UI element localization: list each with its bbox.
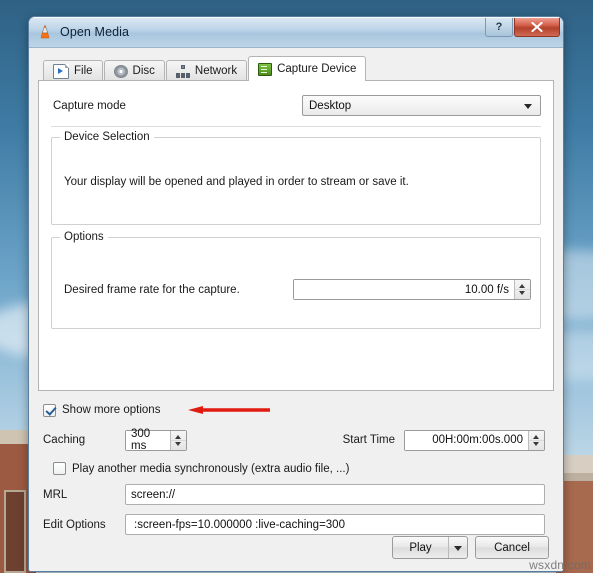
separator bbox=[51, 126, 541, 127]
start-time-label: Start Time bbox=[342, 434, 395, 446]
framerate-stepper[interactable]: 10.00 f/s bbox=[293, 279, 531, 300]
spin-up-icon[interactable] bbox=[529, 431, 544, 440]
disc-icon bbox=[113, 64, 128, 78]
close-icon bbox=[531, 22, 543, 32]
tab-capture-device-label: Capture Device bbox=[277, 63, 357, 75]
network-icon bbox=[175, 64, 190, 78]
help-button[interactable]: ? bbox=[485, 18, 513, 37]
mrl-row: MRL screen:// bbox=[43, 484, 554, 505]
caching-stepper[interactable]: 300 ms bbox=[125, 428, 187, 452]
start-time-spin-buttons[interactable] bbox=[528, 430, 544, 450]
spin-up-icon[interactable] bbox=[171, 431, 186, 440]
spin-down-icon[interactable] bbox=[171, 439, 186, 450]
red-arrow-annotation bbox=[188, 406, 270, 414]
tab-file[interactable]: File bbox=[43, 60, 103, 81]
open-media-dialog: Open Media ? File Disc Network Capture D… bbox=[28, 16, 564, 572]
advanced-options-area: Caching 300 ms Start Time 00H:00m:00s.00… bbox=[38, 428, 554, 535]
mrl-input[interactable]: screen:// bbox=[125, 484, 545, 505]
play-sync-row: Play another media synchronously (extra … bbox=[53, 462, 554, 475]
capture-mode-label: Capture mode bbox=[53, 99, 126, 112]
caching-spin-buttons[interactable] bbox=[170, 430, 186, 450]
device-selection-group: Device Selection Your display will be op… bbox=[51, 131, 541, 225]
start-time-value[interactable]: 00H:00m:00s.000 bbox=[405, 430, 528, 450]
show-more-options-checkbox[interactable] bbox=[43, 403, 56, 417]
options-title: Options bbox=[60, 231, 108, 243]
window-title: Open Media bbox=[60, 25, 130, 39]
tab-disc[interactable]: Disc bbox=[103, 60, 165, 81]
play-sync-checkbox[interactable] bbox=[53, 462, 66, 475]
start-time-stepper[interactable]: 00H:00m:00s.000 bbox=[404, 429, 545, 451]
framerate-row: Desired frame rate for the capture. 10.0… bbox=[52, 238, 540, 300]
title-bar[interactable]: Open Media ? bbox=[29, 17, 563, 48]
device-selection-description: Your display will be opened and played i… bbox=[64, 176, 409, 188]
caching-value[interactable]: 300 ms bbox=[126, 428, 170, 452]
capture-device-icon bbox=[258, 62, 273, 76]
play-button[interactable]: Play bbox=[393, 537, 448, 558]
framerate-label: Desired frame rate for the capture. bbox=[64, 283, 240, 296]
edit-options-label: Edit Options bbox=[43, 518, 106, 531]
mrl-label: MRL bbox=[43, 488, 68, 501]
dialog-buttons: Play Cancel bbox=[392, 536, 549, 559]
show-more-options-label: Show more options bbox=[62, 404, 161, 416]
show-more-options-row: Show more options bbox=[43, 401, 554, 419]
play-dropdown-button[interactable] bbox=[448, 537, 467, 558]
watermark: wsxdn.com bbox=[529, 558, 591, 572]
spin-down-icon[interactable] bbox=[529, 439, 544, 450]
edit-options-row: Edit Options :screen-fps=10.000000 :live… bbox=[43, 514, 554, 535]
caching-row: Caching 300 ms Start Time 00H:00m:00s.00… bbox=[43, 428, 554, 452]
caching-label: Caching bbox=[43, 434, 86, 446]
vlc-cone-icon bbox=[37, 24, 53, 40]
capture-device-panel: Capture mode Desktop Device Selection Yo… bbox=[38, 80, 554, 391]
capture-mode-select[interactable]: Desktop bbox=[302, 95, 541, 116]
dialog-client-area: File Disc Network Capture Device Capture… bbox=[29, 48, 563, 571]
capture-mode-row: Capture mode Desktop bbox=[53, 95, 541, 116]
options-group: Options Desired frame rate for the captu… bbox=[51, 231, 541, 329]
device-selection-title: Device Selection bbox=[60, 131, 154, 143]
close-button[interactable] bbox=[514, 18, 560, 37]
tab-disc-label: Disc bbox=[132, 65, 155, 77]
framerate-spin-buttons[interactable] bbox=[514, 280, 530, 299]
play-sync-label: Play another media synchronously (extra … bbox=[72, 462, 350, 475]
tab-network-label: Network bbox=[194, 65, 238, 77]
edit-options-input[interactable]: :screen-fps=10.000000 :live-caching=300 bbox=[125, 514, 545, 535]
play-button-group: Play bbox=[392, 536, 468, 559]
spin-down-icon[interactable] bbox=[515, 289, 530, 299]
tab-strip: File Disc Network Capture Device bbox=[38, 56, 554, 81]
capture-mode-value: Desktop bbox=[309, 99, 352, 112]
file-icon bbox=[53, 63, 69, 79]
framerate-value[interactable]: 10.00 f/s bbox=[294, 280, 514, 299]
chevron-down-icon bbox=[524, 104, 532, 109]
tab-file-label: File bbox=[74, 65, 93, 77]
spin-up-icon[interactable] bbox=[515, 280, 530, 289]
cancel-button[interactable]: Cancel bbox=[475, 536, 549, 559]
tab-network[interactable]: Network bbox=[165, 60, 248, 81]
window-buttons: ? bbox=[485, 18, 560, 37]
tab-capture-device[interactable]: Capture Device bbox=[248, 56, 367, 81]
